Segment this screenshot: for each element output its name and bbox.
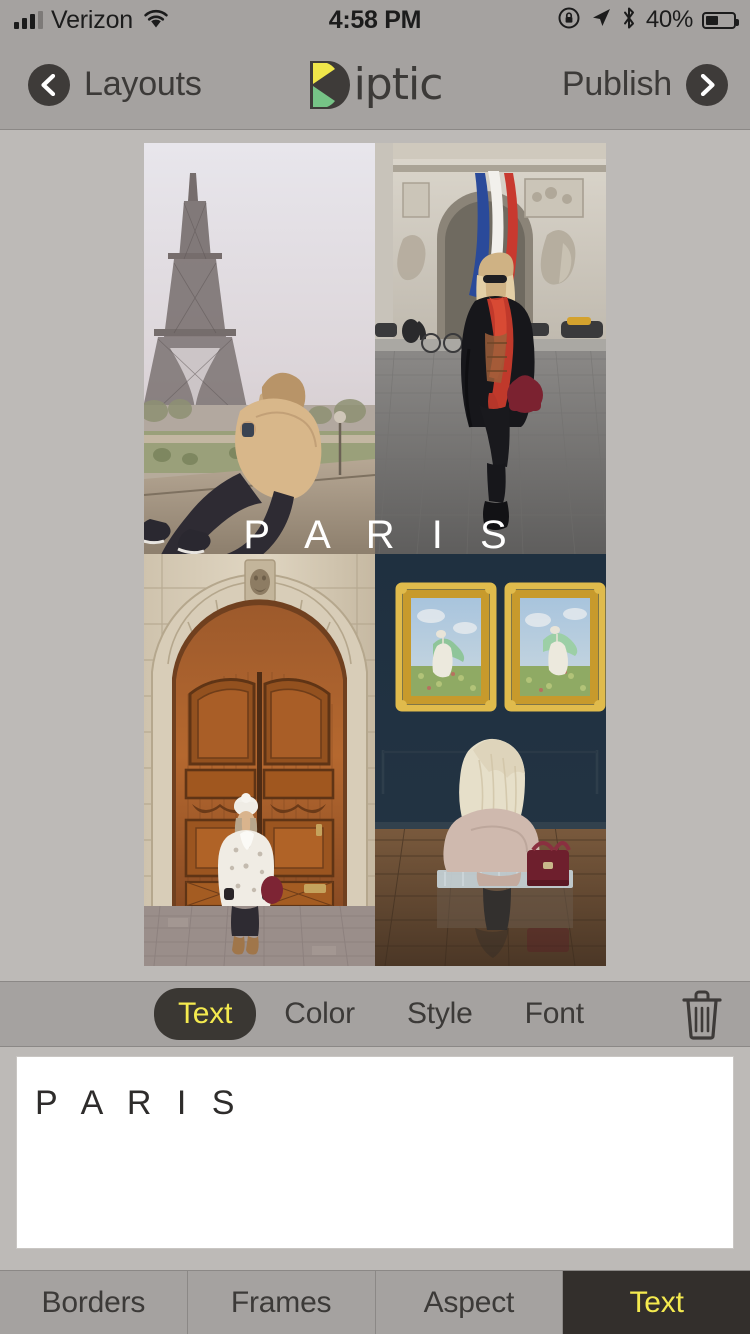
battery-percent-label: 40%: [645, 6, 693, 33]
collage-canvas[interactable]: P A R I S: [0, 131, 750, 981]
text-options-toolbar: Text Color Style Font: [0, 981, 750, 1047]
status-bar: Verizon 4:58 PM 40%: [0, 0, 750, 40]
tab-aspect[interactable]: Aspect: [375, 1271, 564, 1334]
bluetooth-icon: [621, 6, 637, 35]
collage-cell-wooden-doors[interactable]: [144, 554, 375, 966]
text-options-segmented-control: Text Color Style Font: [0, 988, 608, 1040]
collage-cell-eiffel-tower[interactable]: [144, 143, 375, 554]
text-input[interactable]: P A R I S: [16, 1056, 734, 1249]
rotation-lock-icon: [557, 6, 581, 35]
app-title-label: iptic: [353, 59, 444, 110]
nav-bar: Layouts iptic Publish: [0, 40, 750, 130]
diptic-logo-icon: [308, 59, 352, 111]
segment-color[interactable]: Color: [260, 988, 379, 1040]
location-arrow-icon: [590, 7, 612, 34]
status-bar-right: 40%: [557, 6, 739, 35]
chevron-right-icon: [686, 63, 728, 106]
publish-button[interactable]: Publish: [561, 63, 750, 106]
tab-borders[interactable]: Borders: [0, 1271, 188, 1334]
tab-text[interactable]: Text: [563, 1271, 750, 1334]
publish-button-label: Publish: [561, 65, 672, 103]
chevron-left-icon: [28, 63, 70, 106]
collage-cell-museum-monet[interactable]: [375, 554, 606, 966]
collage-grid[interactable]: [144, 143, 606, 966]
bottom-tab-bar: Borders Frames Aspect Text: [0, 1270, 750, 1334]
tab-frames[interactable]: Frames: [187, 1271, 376, 1334]
battery-icon: [702, 11, 739, 29]
text-editor-area: P A R I S: [0, 1047, 750, 1270]
back-button-label: Layouts: [84, 65, 202, 103]
segment-font[interactable]: Font: [501, 988, 608, 1040]
back-button[interactable]: Layouts: [0, 63, 202, 106]
segment-style[interactable]: Style: [383, 988, 497, 1040]
segment-text[interactable]: Text: [154, 988, 257, 1040]
trash-icon[interactable]: [678, 988, 726, 1040]
collage-cell-arc-de-triomphe[interactable]: [375, 143, 606, 554]
